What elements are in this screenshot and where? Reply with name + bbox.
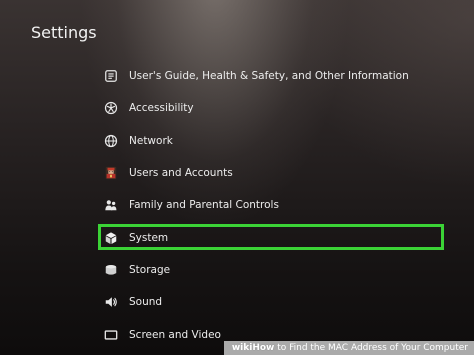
menu-item-label: System [129, 232, 169, 244]
info-icon [104, 69, 118, 83]
family-icon [104, 198, 118, 212]
menu-item-network[interactable]: Network [104, 129, 173, 153]
menu-item-label: Network [129, 135, 173, 147]
menu-item-users-accounts[interactable]: Users and Accounts [104, 161, 233, 185]
cube-icon [104, 231, 118, 245]
screen-icon [104, 328, 118, 342]
menu-item-family-parental[interactable]: Family and Parental Controls [104, 193, 279, 217]
menu-item-system[interactable]: System [104, 226, 168, 250]
menu-item-accessibility[interactable]: Accessibility [104, 96, 194, 120]
globe-icon [104, 134, 118, 148]
wikihow-watermark: wiki How to Find the MAC Address of Your … [223, 341, 474, 355]
menu-item-label: User's Guide, Health & Safety, and Other… [129, 70, 409, 82]
menu-item-label: Accessibility [129, 102, 194, 114]
menu-item-sound[interactable]: Sound [104, 290, 162, 314]
page-title: Settings [31, 23, 97, 42]
watermark-brand-wiki: wiki [231, 343, 253, 353]
storage-icon [104, 263, 118, 277]
menu-item-label: Storage [129, 264, 171, 276]
menu-item-label: Screen and Video [129, 329, 221, 341]
menu-item-label: Users and Accounts [129, 167, 233, 179]
user-avatar-icon [104, 166, 118, 180]
watermark-brand-how: How [252, 343, 275, 353]
accessibility-icon [104, 101, 118, 115]
menu-item-storage[interactable]: Storage [104, 258, 170, 282]
menu-item-label: Sound [129, 296, 163, 308]
speaker-icon [104, 295, 118, 309]
menu-item-screen-video[interactable]: Screen and Video [104, 323, 221, 347]
menu-item-label: Family and Parental Controls [129, 199, 279, 211]
menu-item-users-guide[interactable]: User's Guide, Health & Safety, and Other… [104, 64, 409, 88]
watermark-text: to Find the MAC Address of Your Computer [274, 343, 468, 353]
